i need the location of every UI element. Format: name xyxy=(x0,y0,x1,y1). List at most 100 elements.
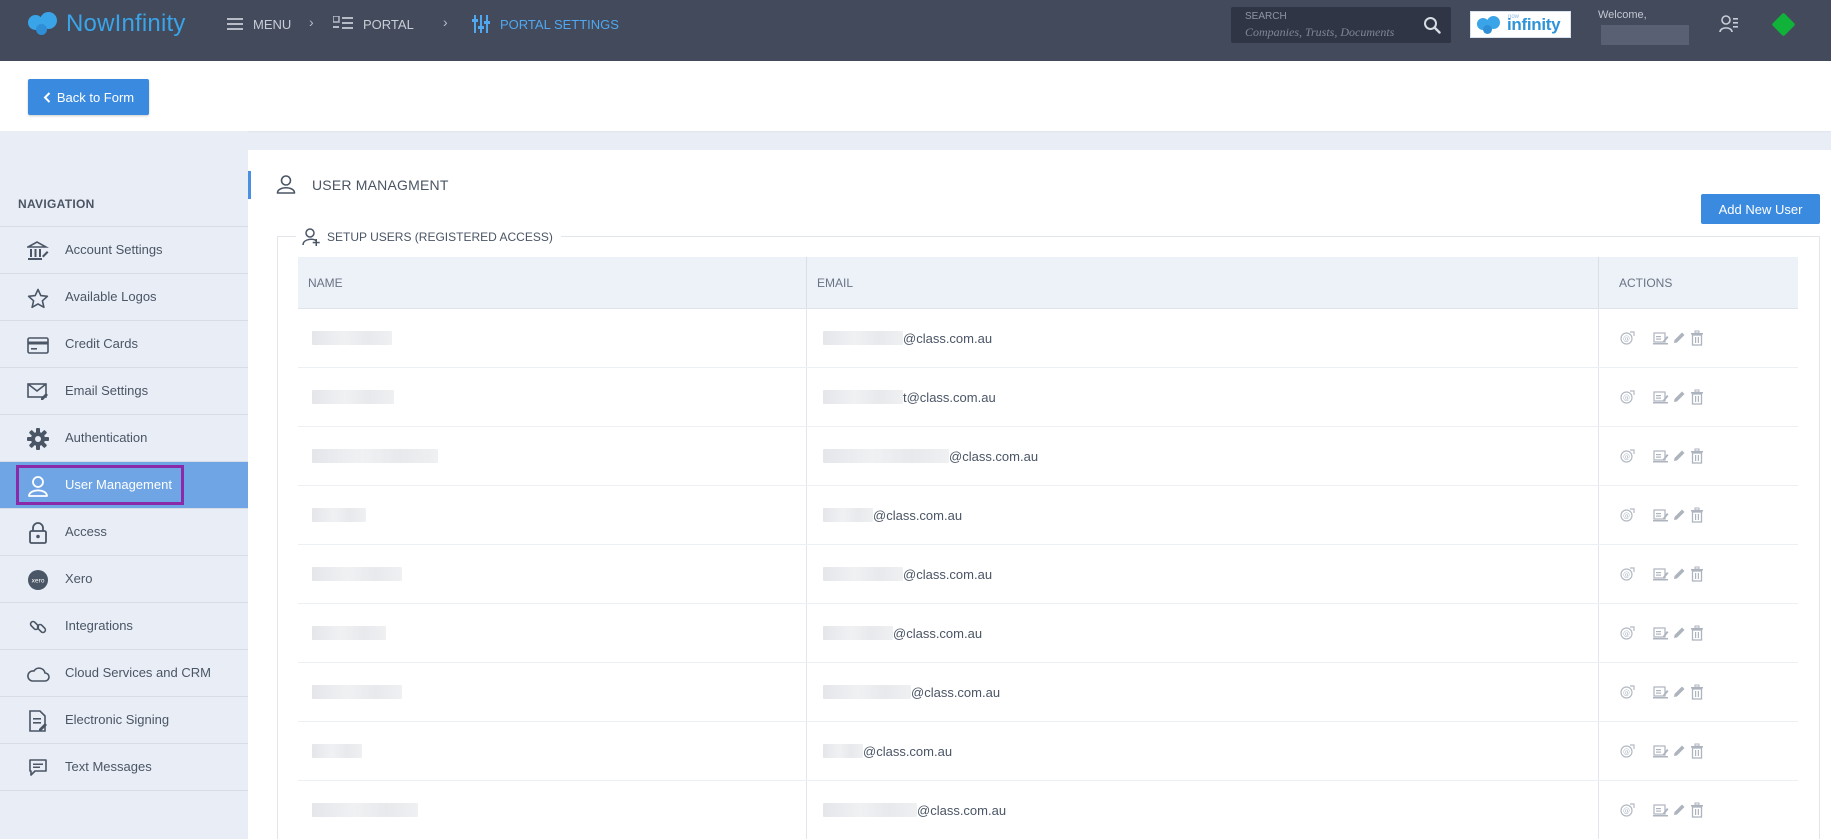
user-actions-cell: @ xyxy=(1599,781,1798,839)
permissions-icon[interactable] xyxy=(1653,802,1669,818)
permissions-icon[interactable] xyxy=(1653,566,1669,582)
delete-trash-icon[interactable] xyxy=(1689,802,1705,818)
permissions-icon[interactable] xyxy=(1653,448,1669,464)
resend-invite-icon[interactable]: @ xyxy=(1619,389,1635,405)
delete-trash-icon[interactable] xyxy=(1689,625,1705,641)
sidebar-item-electronic-signing[interactable]: Electronic Signing xyxy=(0,697,248,744)
cloud-icon xyxy=(26,663,50,685)
back-to-form-button[interactable]: Back to Form xyxy=(28,79,149,115)
edit-pencil-icon[interactable] xyxy=(1671,743,1687,759)
resend-invite-icon[interactable]: @ xyxy=(1619,330,1635,346)
resend-invite-icon[interactable]: @ xyxy=(1619,625,1635,641)
edit-pencil-icon[interactable] xyxy=(1671,802,1687,818)
delete-trash-icon[interactable] xyxy=(1689,743,1705,759)
brand-badge[interactable]: now infinity xyxy=(1470,11,1571,38)
svg-text:@: @ xyxy=(1623,630,1630,638)
user-email-domain: @class.com.au xyxy=(911,684,1001,700)
table-row[interactable]: @class.com.au @ xyxy=(298,486,1798,545)
user-email-local-redacted xyxy=(823,685,911,699)
user-actions-cell: @ xyxy=(1599,368,1798,426)
sidebar-item-available-logos[interactable]: Available Logos xyxy=(0,274,248,321)
app-logo[interactable]: NowInfinity xyxy=(28,10,186,38)
delete-trash-icon[interactable] xyxy=(1689,448,1705,464)
search-input[interactable] xyxy=(1245,24,1415,40)
resend-invite-icon[interactable]: @ xyxy=(1619,566,1635,582)
search-label: SEARCH xyxy=(1245,11,1287,22)
svg-text:@: @ xyxy=(1623,394,1630,402)
resend-invite-icon[interactable]: @ xyxy=(1619,802,1635,818)
column-header-name[interactable]: NAME xyxy=(298,257,807,308)
breadcrumb-menu[interactable]: MENU xyxy=(227,14,291,34)
column-header-email[interactable]: EMAIL xyxy=(807,257,1599,308)
welcome-user-name-redacted xyxy=(1601,25,1689,45)
breadcrumb-portal[interactable]: PORTAL xyxy=(333,14,414,34)
permissions-icon[interactable] xyxy=(1653,684,1669,700)
user-email-local-redacted xyxy=(823,390,903,404)
edit-pencil-icon[interactable] xyxy=(1671,684,1687,700)
edit-pencil-icon[interactable] xyxy=(1671,507,1687,523)
delete-trash-icon[interactable] xyxy=(1689,566,1705,582)
table-row[interactable]: @class.com.au @ xyxy=(298,427,1798,486)
edit-pencil-icon[interactable] xyxy=(1671,448,1687,464)
sidebar-item-cloud-services-crm[interactable]: Cloud Services and CRM xyxy=(0,650,248,697)
sidebar-item-label: Cloud Services and CRM xyxy=(65,665,211,680)
chat-icon xyxy=(26,757,50,779)
permissions-icon[interactable] xyxy=(1653,625,1669,641)
add-new-user-button[interactable]: Add New User xyxy=(1701,194,1820,224)
user-email-domain: @class.com.au xyxy=(903,566,993,582)
svg-text:@: @ xyxy=(1623,689,1630,697)
sidebar-item-credit-cards[interactable]: Credit Cards xyxy=(0,321,248,368)
table-row[interactable]: @class.com.au @ xyxy=(298,722,1798,781)
delete-trash-icon[interactable] xyxy=(1689,330,1705,346)
sliders-icon xyxy=(472,15,490,33)
breadcrumb-portal-settings-label: PORTAL SETTINGS xyxy=(500,16,619,32)
sidebar-item-xero[interactable]: xero Xero xyxy=(0,556,248,603)
sidebar-item-email-settings[interactable]: Email Settings xyxy=(0,368,248,415)
delete-trash-icon[interactable] xyxy=(1689,389,1705,405)
resend-invite-icon[interactable]: @ xyxy=(1619,448,1635,464)
user-email-local-redacted xyxy=(823,744,863,758)
selection-highlight xyxy=(16,465,184,505)
search-icon[interactable] xyxy=(1423,16,1441,34)
sidebar-item-user-management[interactable]: User Management xyxy=(0,462,248,509)
breadcrumb-portal-settings[interactable]: PORTAL SETTINGS xyxy=(472,14,619,34)
user-actions-cell: @ xyxy=(1599,722,1798,780)
sidebar-item-label: Account Settings xyxy=(65,242,163,257)
column-header-actions: ACTIONS xyxy=(1619,275,1673,290)
permissions-icon[interactable] xyxy=(1653,743,1669,759)
user-name-cell xyxy=(298,663,807,721)
permissions-icon[interactable] xyxy=(1653,330,1669,346)
permissions-icon[interactable] xyxy=(1653,389,1669,405)
sidebar-item-integrations[interactable]: Integrations xyxy=(0,603,248,650)
table-row[interactable]: @class.com.au @ xyxy=(298,781,1798,839)
delete-trash-icon[interactable] xyxy=(1689,507,1705,523)
resend-invite-icon[interactable]: @ xyxy=(1619,507,1635,523)
xero-icon: xero xyxy=(26,569,50,591)
user-email-cell: @class.com.au xyxy=(807,781,1599,839)
table-row[interactable]: @class.com.au @ xyxy=(298,309,1798,368)
global-search: SEARCH xyxy=(1231,7,1451,43)
edit-pencil-icon[interactable] xyxy=(1671,566,1687,582)
delete-trash-icon[interactable] xyxy=(1689,684,1705,700)
table-row[interactable]: @class.com.au @ xyxy=(298,545,1798,604)
edit-pencil-icon[interactable] xyxy=(1671,625,1687,641)
link-icon xyxy=(26,616,50,638)
sidebar-item-access[interactable]: Access xyxy=(0,509,248,556)
table-row[interactable]: @class.com.au @ xyxy=(298,604,1798,663)
edit-pencil-icon[interactable] xyxy=(1671,389,1687,405)
sidebar-item-authentication[interactable]: Authentication xyxy=(0,415,248,462)
user-email-local-redacted xyxy=(823,331,903,345)
permissions-icon[interactable] xyxy=(1653,507,1669,523)
resend-invite-icon[interactable]: @ xyxy=(1619,743,1635,759)
resend-invite-icon[interactable]: @ xyxy=(1619,684,1635,700)
menu-icon xyxy=(227,18,243,30)
user-name-redacted xyxy=(312,626,386,640)
edit-pencil-icon[interactable] xyxy=(1671,330,1687,346)
sidebar-item-account-settings[interactable]: Account Settings xyxy=(0,227,248,274)
sidebar-item-text-messages[interactable]: Text Messages xyxy=(0,744,248,791)
user-actions-cell: @ xyxy=(1599,486,1798,544)
user-name-cell xyxy=(298,722,807,780)
user-profile-icon[interactable] xyxy=(1719,14,1739,34)
table-row[interactable]: t@class.com.au @ xyxy=(298,368,1798,427)
table-row[interactable]: @class.com.au @ xyxy=(298,663,1798,722)
